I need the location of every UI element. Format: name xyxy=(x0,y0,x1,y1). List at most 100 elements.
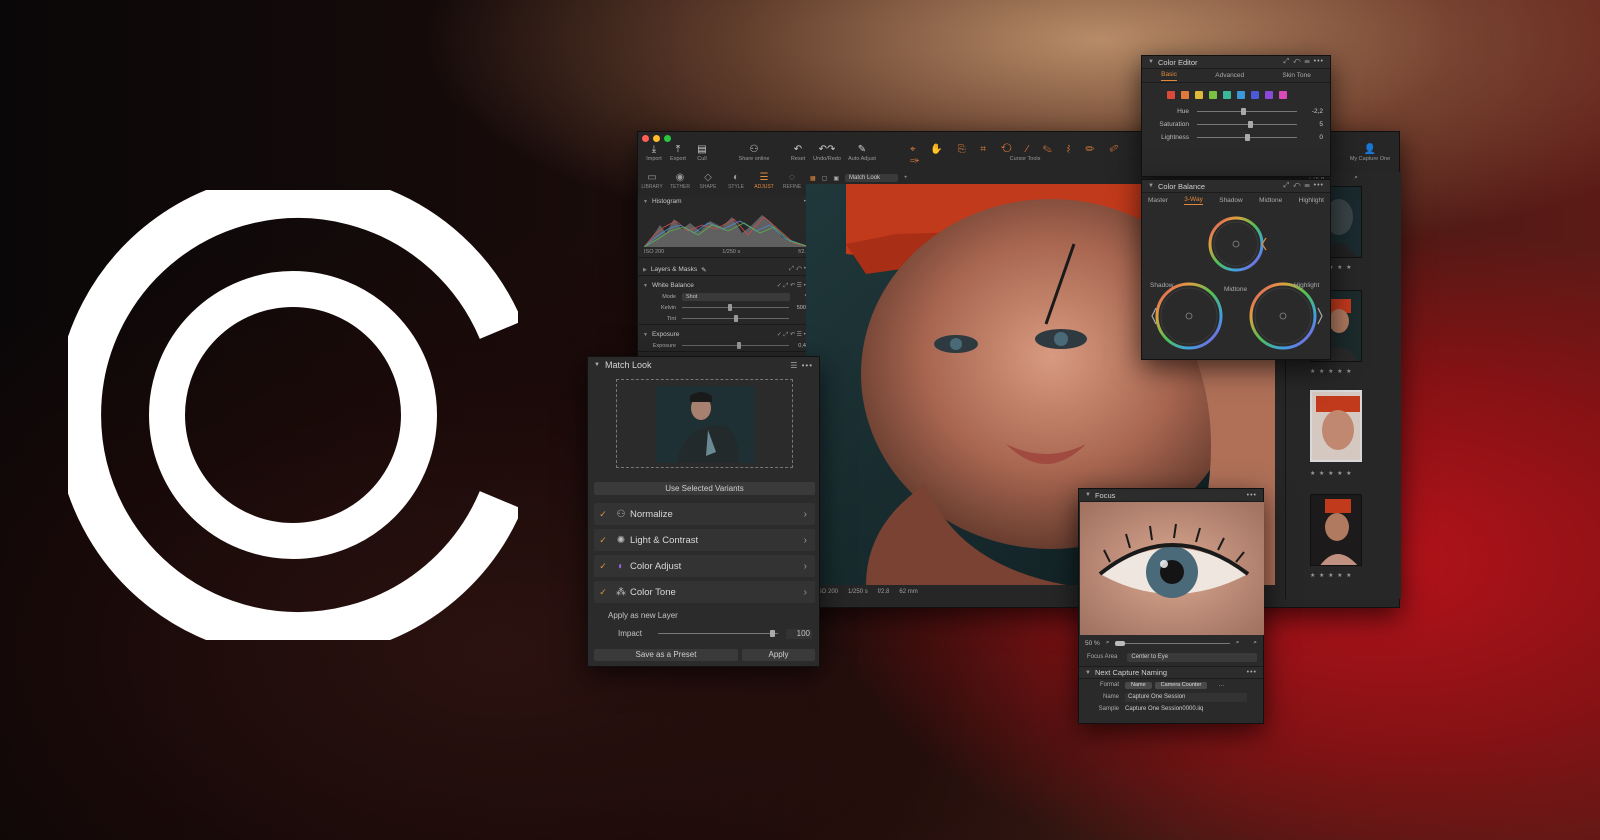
my-capture-one-button[interactable]: 👤 My Capture One xyxy=(1345,144,1395,162)
hue-slider[interactable] xyxy=(1197,108,1297,115)
more-icon[interactable]: ••• xyxy=(1247,669,1257,676)
color-balance-header[interactable]: ▼ Color Balance ⤢ ↶ ☰ ••• xyxy=(1142,180,1330,193)
exposure-slider[interactable] xyxy=(682,342,789,349)
impact-slider-knob[interactable] xyxy=(770,630,775,637)
apply-as-layer-label[interactable]: Apply as new Layer xyxy=(608,611,678,620)
exposure-slider-knob[interactable] xyxy=(736,342,741,349)
lightness-slider-knob[interactable] xyxy=(1245,134,1250,141)
color-adjust-row[interactable]: ✓ ◐ Color Adjust › xyxy=(594,555,815,577)
undo-redo-button[interactable]: ↶↷ Undo/Redo xyxy=(810,144,844,162)
impact-value[interactable]: 100 xyxy=(786,629,812,639)
zoom-in-icon[interactable]: ⌕ xyxy=(1236,639,1240,647)
kelvin-slider[interactable] xyxy=(682,304,789,311)
filmstrip-thumb-selected[interactable] xyxy=(1310,390,1362,462)
focus-area-select[interactable]: Center to Eye xyxy=(1127,652,1258,662)
grid-view-icon[interactable]: ▦ xyxy=(810,175,816,182)
save-as-preset-button[interactable]: Save as a Preset xyxy=(594,649,738,661)
more-icon[interactable]: … xyxy=(1218,682,1224,688)
tab-style[interactable]: ◐ STYLE xyxy=(722,172,750,194)
tab-tether[interactable]: ◉ TETHER xyxy=(666,172,694,194)
color-swatch[interactable] xyxy=(1195,91,1203,99)
tab-highlight[interactable]: Highlight xyxy=(1299,197,1324,204)
zoom-out-icon[interactable]: ⌕ xyxy=(1106,639,1110,647)
color-swatch[interactable] xyxy=(1279,91,1287,99)
focus-header[interactable]: ▼ Focus ••• xyxy=(1079,489,1263,502)
midtone-wheel[interactable] xyxy=(1208,216,1267,272)
tab-adjust[interactable]: ☰ ADJUST xyxy=(750,172,778,194)
saturation-slider[interactable] xyxy=(1197,121,1297,128)
color-swatch[interactable] xyxy=(1265,91,1273,99)
name-token[interactable]: Name xyxy=(1125,681,1152,689)
single-view-icon[interactable]: ▢ xyxy=(822,175,828,182)
search-icon[interactable]: ⌕ xyxy=(1253,639,1257,647)
tint-slider[interactable] xyxy=(682,315,789,322)
color-tone-row[interactable]: ✓ ⁂ Color Tone › xyxy=(594,581,815,603)
export-button[interactable]: ⤒ Export xyxy=(666,144,690,162)
add-icon[interactable]: + xyxy=(904,175,908,181)
thumb-rating[interactable]: ★ ★ ★ ★ ★ xyxy=(1310,368,1353,375)
apply-button[interactable]: Apply xyxy=(742,649,815,661)
tint-slider-knob[interactable] xyxy=(733,315,738,322)
layers-header[interactable]: ▶ Layers & Masks ✎ ⤢ ↶ ••• xyxy=(638,264,815,275)
panel-tools-icon[interactable]: ⤢ ↶ ☰ ••• xyxy=(1283,182,1324,190)
kelvin-slider-knob[interactable] xyxy=(728,304,733,311)
zoom-slider-knob[interactable] xyxy=(1115,640,1126,646)
color-swatch[interactable] xyxy=(1167,91,1175,99)
focus-preview[interactable] xyxy=(1080,502,1264,635)
check-icon[interactable]: ✓ xyxy=(594,561,612,572)
thumb-rating[interactable]: ★ ★ ★ ★ ★ xyxy=(1310,470,1353,477)
cull-button[interactable]: ▤ Cull xyxy=(690,144,714,162)
look-preset-select[interactable]: Match Look xyxy=(845,174,899,182)
more-icon[interactable]: ••• xyxy=(1247,492,1257,499)
lightness-slider[interactable] xyxy=(1197,134,1297,141)
color-swatch[interactable] xyxy=(1237,91,1245,99)
close-window-dot[interactable] xyxy=(642,134,649,142)
white-balance-header[interactable]: ▼ White Balance ✓ ⤢ ↶ ☰ ••• xyxy=(638,280,815,291)
tab-midtone[interactable]: Midtone xyxy=(1259,197,1282,204)
normalize-row[interactable]: ✓ ⚇ Normalize › xyxy=(594,503,815,525)
search-icon[interactable]: ⌕ xyxy=(1354,174,1358,182)
compare-view-icon[interactable]: ▣ xyxy=(833,175,839,182)
filmstrip-thumb[interactable] xyxy=(1310,494,1362,566)
tab-shadow[interactable]: Shadow xyxy=(1219,197,1243,204)
tab-refine[interactable]: ◌ REFINE xyxy=(778,172,806,194)
tab-library[interactable]: ▭ LIBRARY xyxy=(638,172,666,194)
highlight-wheel[interactable] xyxy=(1249,282,1323,350)
zoom-slider[interactable] xyxy=(1115,640,1230,646)
saturation-slider-knob[interactable] xyxy=(1247,121,1253,128)
next-capture-header[interactable]: ▼ Next Capture Naming ••• xyxy=(1079,666,1263,679)
use-selected-variants-button[interactable]: Use Selected Variants xyxy=(594,482,815,495)
match-look-header[interactable]: ▼ Match Look ☰ ••• xyxy=(588,357,819,373)
shadow-wheel[interactable] xyxy=(1151,282,1223,350)
zoom-window-dot[interactable] xyxy=(664,134,671,142)
color-swatch[interactable] xyxy=(1251,91,1259,99)
light-contrast-row[interactable]: ✓ ✺ Light & Contrast › xyxy=(594,529,815,551)
tab-skin-tone[interactable]: Skin Tone xyxy=(1282,72,1310,79)
color-swatch[interactable] xyxy=(1181,91,1189,99)
check-icon[interactable]: ✓ xyxy=(594,535,612,546)
hue-slider-knob[interactable] xyxy=(1241,108,1246,115)
impact-slider[interactable] xyxy=(658,630,778,637)
tab-advanced[interactable]: Advanced xyxy=(1215,72,1244,79)
histogram-header[interactable]: ▼Histogram••• xyxy=(638,196,815,207)
panel-tools-icon[interactable]: ⤢ ↶ ☰ ••• xyxy=(1283,58,1324,66)
reference-dropzone[interactable] xyxy=(616,379,793,468)
reset-button[interactable]: ↶ Reset xyxy=(786,144,810,162)
cursor-tools-group[interactable]: ⌖ ✋ ⎘ ⌗ ⟲ ∕ ✎ ⌇ ✏ ✐ ✑ Cursor Tools xyxy=(910,144,1140,167)
tab-master[interactable]: Master xyxy=(1148,197,1168,204)
check-icon[interactable]: ✓ xyxy=(594,509,612,520)
thumb-rating[interactable]: ★ ★ ★ ★ ★ xyxy=(1310,572,1353,579)
color-swatch[interactable] xyxy=(1209,91,1217,99)
share-online-button[interactable]: ⚇ Share online xyxy=(734,144,774,162)
name-field[interactable]: Capture One Session xyxy=(1125,692,1247,702)
color-swatch[interactable] xyxy=(1223,91,1231,99)
auto-adjust-button[interactable]: ✎ Auto Adjust xyxy=(844,144,880,162)
exposure-header[interactable]: ▼ Exposure ✓ ⤢ ↶ ☰ ••• xyxy=(638,329,815,340)
tab-basic[interactable]: Basic xyxy=(1161,71,1178,81)
panel-tools-icon[interactable]: ☰ ••• xyxy=(790,361,813,370)
minimize-window-dot[interactable] xyxy=(653,134,660,142)
check-icon[interactable]: ✓ xyxy=(594,587,612,598)
tab-shape[interactable]: ◇ SHAPE xyxy=(694,172,722,194)
camera-counter-token[interactable]: Camera Counter xyxy=(1154,681,1208,689)
wb-mode-select[interactable]: Shot xyxy=(682,292,791,301)
